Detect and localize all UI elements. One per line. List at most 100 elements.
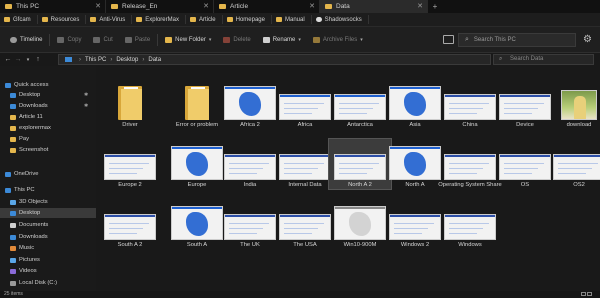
sidebar-item-explorermax[interactable]: explorermax <box>0 123 96 133</box>
large-icons-view-icon[interactable] <box>587 292 592 296</box>
file-item[interactable]: South A 2 <box>100 200 160 252</box>
file-item[interactable]: North A 2 <box>328 138 392 192</box>
chart-line <box>558 168 592 169</box>
tab-this-pc[interactable]: This PC ✕ <box>0 0 106 13</box>
forward-arrow-icon[interactable]: → <box>13 56 23 63</box>
sidebar-item-this-pc[interactable]: This PC <box>0 185 96 195</box>
close-icon[interactable]: ✕ <box>95 2 101 10</box>
sidebar-item-label: Videos <box>19 268 37 274</box>
favorite-label: Resources <box>50 16 80 23</box>
search-data-input[interactable]: ⌕ Search Data <box>493 54 594 65</box>
sidebar-item-downloads[interactable]: Downloads ✱ <box>0 101 96 111</box>
new-folder-button[interactable]: New Folder ▾ <box>159 33 217 47</box>
sidebar-item-documents[interactable]: Documents <box>0 220 96 230</box>
sidebar-item-music[interactable]: Music <box>0 243 96 253</box>
sidebar-item-pictures[interactable]: Pictures <box>0 255 96 265</box>
favorite-anti-virus[interactable]: Anti-Virus <box>86 15 133 24</box>
file-item[interactable]: Windows 2 <box>385 200 445 252</box>
sidebar-item-article-11[interactable]: Article 11 <box>0 112 96 122</box>
file-item[interactable]: The UK <box>220 200 280 252</box>
file-name: OS2 <box>573 182 585 188</box>
file-item[interactable]: India <box>220 140 280 192</box>
file-item[interactable]: Europe 2 <box>100 140 160 192</box>
cut-button[interactable]: Cut <box>87 33 118 47</box>
close-icon[interactable]: ✕ <box>203 2 209 10</box>
image-thumbnail <box>389 214 441 240</box>
file-name: Driver <box>122 122 138 128</box>
breadcrumb-data[interactable]: Data <box>148 57 161 63</box>
sidebar-item-screenshot[interactable]: Screenshot <box>0 145 96 155</box>
favorite-explorermax[interactable]: ExplorerMax <box>132 15 186 24</box>
rename-button[interactable]: Rename ▾ <box>257 33 307 47</box>
file-thumbnail <box>275 140 335 180</box>
sidebar-item-pay[interactable]: Pay <box>0 134 96 144</box>
chevron-down-icon[interactable]: ▾ <box>23 57 33 63</box>
breadcrumb-this-pc[interactable]: This PC <box>85 57 106 63</box>
timeline-button[interactable]: Timeline <box>4 33 48 47</box>
folder-icon <box>118 86 142 120</box>
delete-button[interactable]: Delete <box>217 33 256 47</box>
file-item[interactable]: Africa <box>275 80 335 132</box>
file-item[interactable]: download <box>549 80 600 132</box>
sidebar-item-downloads[interactable]: Downloads <box>0 232 96 242</box>
file-item[interactable]: North A <box>385 140 445 192</box>
view-toggle[interactable] <box>580 292 594 297</box>
sidebar-item-desktop[interactable]: Desktop ✱ <box>0 90 96 100</box>
favorite-gfcam[interactable]: Gfcam <box>0 15 38 24</box>
file-item[interactable]: OS <box>495 140 555 192</box>
folder-icon <box>10 114 16 120</box>
favorite-article[interactable]: Article <box>186 15 223 24</box>
favorite-label: Gfcam <box>13 16 31 23</box>
star-icon <box>5 82 11 88</box>
tab-release-en[interactable]: Release_En ✕ <box>106 0 214 13</box>
favorite-homepage[interactable]: Homepage <box>223 15 272 24</box>
details-view-icon[interactable] <box>581 292 586 296</box>
sidebar-item-onedrive[interactable]: OneDrive <box>0 169 96 179</box>
file-item[interactable]: Asia <box>385 80 445 132</box>
tab-article[interactable]: Article ✕ <box>214 0 320 13</box>
favorite-shadowsocks[interactable]: Shadowsocks <box>312 15 369 24</box>
chart-line <box>109 173 137 174</box>
folder-icon <box>226 17 233 22</box>
chart-line <box>109 228 143 229</box>
file-thumbnail <box>220 140 280 180</box>
file-item[interactable]: The USA <box>275 200 335 252</box>
favorite-resources[interactable]: Resources <box>38 15 87 24</box>
close-icon[interactable]: ✕ <box>309 2 315 10</box>
close-icon[interactable]: ✕ <box>417 2 423 10</box>
copy-button[interactable]: Copy <box>51 33 87 47</box>
file-item[interactable]: China <box>440 80 500 132</box>
favorite-manual[interactable]: Manual <box>272 15 312 24</box>
address-bar[interactable]: › This PC › Desktop › Data <box>58 54 491 65</box>
sidebar-item-quick-access[interactable]: Quick access <box>0 80 96 90</box>
file-item[interactable]: Windows <box>440 200 500 252</box>
file-item[interactable]: OS2 <box>549 140 600 192</box>
sidebar-item-3d-objects[interactable]: 3D Objects <box>0 197 96 207</box>
file-item[interactable]: Operating System Share <box>438 140 502 192</box>
file-item[interactable]: Win10-900M <box>330 200 390 252</box>
toolbar-search-box[interactable]: ⌕ Search This PC <box>458 33 576 47</box>
file-item[interactable]: Device <box>495 80 555 132</box>
settings-gear-icon[interactable]: ⚙ <box>582 34 593 45</box>
archive-files-button[interactable]: Archive Files ▾ <box>307 33 369 47</box>
file-item[interactable]: Driver <box>100 80 160 132</box>
breadcrumb-desktop[interactable]: Desktop <box>116 57 138 63</box>
file-item[interactable]: Antarctica <box>330 80 390 132</box>
paste-button[interactable]: Paste <box>119 33 156 47</box>
file-item[interactable]: Internal Data <box>275 140 335 192</box>
preview-pane-icon[interactable] <box>443 35 454 44</box>
file-thumbnail <box>167 200 227 240</box>
sidebar-item-local-disk-c-[interactable]: Local Disk (C:) <box>0 278 96 288</box>
chart-line <box>449 228 483 229</box>
thumbnail-header <box>335 155 385 157</box>
folder-icon <box>10 147 16 153</box>
up-arrow-icon[interactable]: ↑ <box>33 56 43 63</box>
sidebar-item-videos[interactable]: Videos <box>0 266 96 276</box>
back-arrow-icon[interactable]: ← <box>3 56 13 63</box>
sidebar-item-label: Desktop <box>19 92 41 98</box>
sidebar-item-desktop[interactable]: Desktop <box>0 208 96 218</box>
tab-data[interactable]: Data ✕ <box>320 0 428 13</box>
new-tab-button[interactable]: + <box>428 0 442 13</box>
chart-line <box>449 223 489 224</box>
file-item[interactable]: Africa 2 <box>220 80 280 132</box>
